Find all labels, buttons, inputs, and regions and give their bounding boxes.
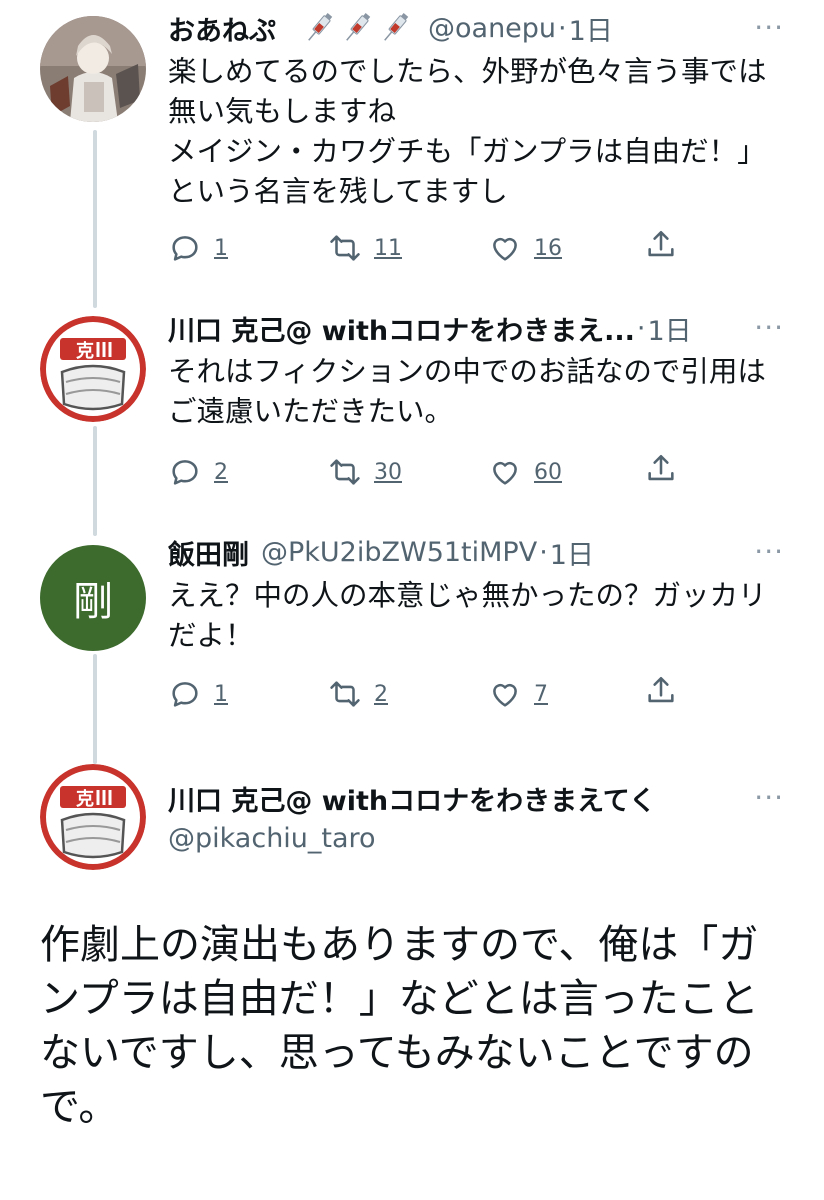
handle[interactable]: @oanepu <box>428 13 556 44</box>
share-button[interactable] <box>644 228 804 262</box>
reply-count: 1 <box>214 235 228 261</box>
avatar[interactable] <box>40 16 146 122</box>
more-options-icon[interactable]: ··· <box>754 778 784 818</box>
display-name[interactable]: 飯田剛 <box>168 533 249 572</box>
tweet-text: それはフィクションの中でのお話なので引用はご遠慮いただきたい。 <box>168 355 766 428</box>
avatar[interactable]: 克 <box>40 764 146 870</box>
syringe-icon <box>384 13 409 41</box>
reply-count: 1 <box>214 681 228 707</box>
handle[interactable]: @pikachiu_taro <box>168 823 376 854</box>
share-icon <box>648 454 674 481</box>
like-button[interactable]: 7 <box>488 677 648 711</box>
timestamp[interactable]: 1日 <box>648 309 692 348</box>
syringe-icon <box>346 13 371 41</box>
avatar-initial: 剛 <box>73 579 113 625</box>
retweet-count: 30 <box>374 459 402 485</box>
display-name[interactable]: 川口 克己@ withコロナをわきまえ... <box>168 309 635 348</box>
reply-count: 2 <box>214 459 228 485</box>
like-button[interactable]: 16 <box>488 231 648 265</box>
avatar[interactable]: 克 <box>40 316 146 422</box>
separator: · <box>636 312 646 344</box>
like-icon <box>493 461 517 485</box>
thread-line <box>93 426 97 536</box>
retweet-icon <box>330 681 360 707</box>
tweet-text: 楽しめてるのでしたら、外野が色々言う事では無い気もしますね メイジン・カワグチも… <box>168 55 767 208</box>
share-icon <box>648 230 674 257</box>
handle[interactable]: @PkU2ibZW51tiMPV <box>261 537 537 568</box>
svg-text:克: 克 <box>76 340 94 362</box>
separator: · <box>539 536 548 568</box>
like-icon <box>493 683 517 707</box>
like-count: 16 <box>534 235 562 261</box>
share-button[interactable] <box>644 452 804 486</box>
retweet-count: 2 <box>374 681 388 707</box>
timestamp[interactable]: 1日 <box>569 9 613 48</box>
retweet-button[interactable]: 30 <box>328 455 488 489</box>
reply-icon <box>172 460 198 485</box>
thread-line <box>93 130 97 308</box>
reply-icon <box>172 682 198 707</box>
retweet-button[interactable]: 2 <box>328 677 488 711</box>
retweet-icon <box>330 235 360 261</box>
tweet-text: ええ？中の人の本意じゃ無かったの？ガッカリだよ！ <box>168 579 767 652</box>
reply-button[interactable]: 1 <box>168 231 328 265</box>
more-options-icon[interactable]: ··· <box>754 532 784 572</box>
display-name[interactable]: おあねぷ <box>168 9 276 48</box>
share-icon <box>648 676 674 703</box>
reply-button[interactable]: 1 <box>168 677 328 711</box>
like-button[interactable]: 60 <box>488 455 648 489</box>
display-name[interactable]: 川口 克己@ withコロナをわきまえてく <box>168 779 656 818</box>
avatar[interactable]: 剛 <box>40 545 146 651</box>
like-count: 60 <box>534 459 562 485</box>
thread-line <box>93 654 97 764</box>
syringe-icon <box>308 13 333 41</box>
more-options-icon[interactable]: ··· <box>754 308 784 348</box>
retweet-button[interactable]: 11 <box>328 231 488 265</box>
like-icon <box>493 237 517 261</box>
reply-button[interactable]: 2 <box>168 455 328 489</box>
retweet-icon <box>330 459 360 485</box>
more-options-icon[interactable]: ··· <box>754 8 784 48</box>
name-emoji <box>304 11 410 45</box>
main-tweet-text: 作劇上の演出もありますので、俺は「ガンプラは自由だ！」などとは言ったことないです… <box>40 922 759 1130</box>
separator: · <box>558 12 567 44</box>
retweet-count: 11 <box>374 235 402 261</box>
like-count: 7 <box>534 681 548 707</box>
reply-icon <box>172 236 198 261</box>
svg-text:克: 克 <box>76 788 94 810</box>
timestamp[interactable]: 1日 <box>550 533 594 572</box>
share-button[interactable] <box>644 674 804 708</box>
